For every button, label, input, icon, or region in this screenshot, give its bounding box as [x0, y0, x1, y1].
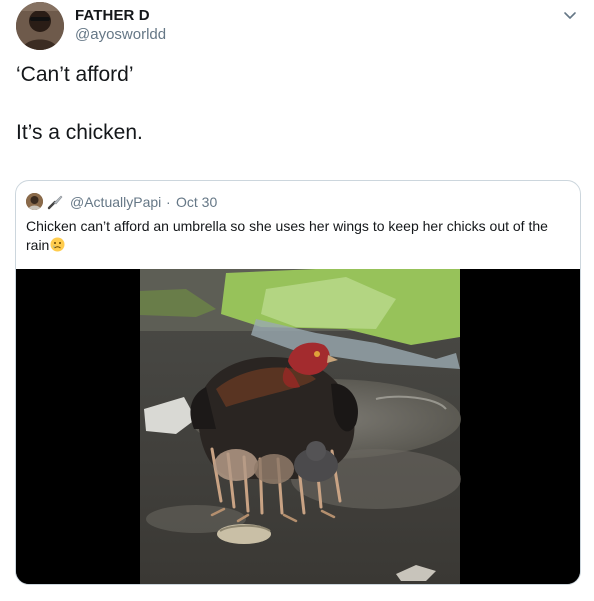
knife-icon — [46, 193, 64, 211]
quoted-author-handle[interactable]: @ActuallyPapi — [70, 194, 161, 210]
tweet-text-line-1: ‘Can’t afford’ — [16, 63, 134, 86]
sad-face-emoji — [50, 237, 65, 252]
tweet-text-line-2: It’s a chicken. — [16, 121, 143, 144]
author-name[interactable]: FATHER D — [75, 7, 150, 24]
quoted-tweet-body: Chicken can’t afford an umbrella so she … — [26, 218, 548, 253]
tweet: FATHER D @ayosworldd ‘Can’t afford’ It’s… — [0, 0, 594, 601]
quoted-tweet-text: Chicken can’t afford an umbrella so she … — [26, 217, 556, 255]
separator-dot: · — [166, 194, 171, 210]
quoted-author-avatar[interactable] — [26, 193, 43, 210]
quoted-tweet-video[interactable] — [16, 269, 580, 584]
author-avatar[interactable] — [16, 2, 64, 50]
chevron-down-icon[interactable] — [561, 6, 579, 24]
author-handle[interactable]: @ayosworldd — [75, 26, 166, 43]
quoted-tweet[interactable]: @ActuallyPapi · Oct 30 Chicken can’t aff… — [15, 180, 581, 585]
chicken-video-frame — [16, 269, 580, 584]
quoted-tweet-date[interactable]: Oct 30 — [176, 194, 217, 210]
